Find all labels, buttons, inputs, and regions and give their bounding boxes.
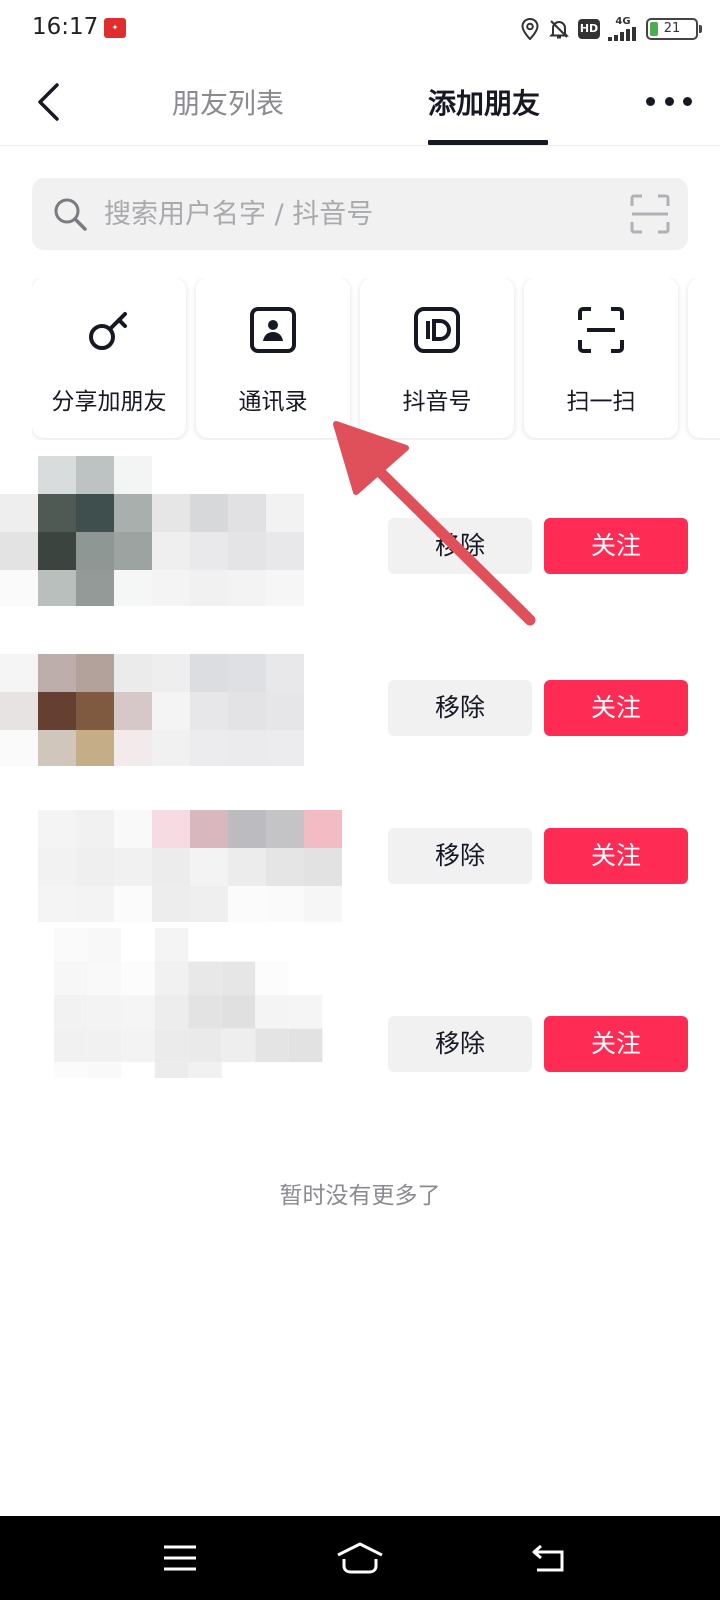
follow-button[interactable]: 关注: [544, 518, 688, 574]
douyin-id-card[interactable]: 抖音号: [360, 278, 514, 438]
search-input[interactable]: [104, 178, 604, 250]
signal-icon: [608, 27, 636, 41]
signal-group: 4G: [608, 17, 638, 41]
tab-friend-list[interactable]: 朋友列表: [172, 82, 284, 122]
remove-button[interactable]: 移除: [388, 1016, 532, 1072]
partial-card[interactable]: [688, 278, 720, 438]
list-item: 移除 关注: [0, 616, 720, 766]
home-icon: [337, 1542, 383, 1574]
follow-button[interactable]: 关注: [544, 680, 688, 736]
scan-card[interactable]: 扫一扫: [524, 278, 678, 438]
more-dot-icon: [664, 96, 674, 106]
card-label: 通讯录: [238, 389, 308, 415]
list-item: 移除 关注: [0, 456, 720, 606]
status-bar: 16:17 ✦ HD 4G 21: [0, 0, 720, 58]
card-label: 分享加朋友: [51, 389, 167, 415]
remove-button[interactable]: 移除: [388, 518, 532, 574]
status-time: 16:17: [32, 14, 99, 40]
scan-icon: [573, 302, 629, 358]
hd-badge: HD: [578, 19, 600, 39]
end-of-list-text: 暂时没有更多了: [279, 1183, 441, 1209]
more-dot-icon: [683, 96, 692, 106]
key-icon: [81, 302, 137, 358]
follow-button[interactable]: 关注: [544, 828, 688, 884]
follow-button[interactable]: 关注: [544, 1016, 688, 1072]
id-icon: [409, 302, 465, 358]
network-type: 4G: [615, 16, 631, 27]
more-options-button[interactable]: [646, 88, 692, 114]
card-label: 抖音号: [402, 389, 472, 415]
remove-button[interactable]: 移除: [388, 828, 532, 884]
blurred-avatar: [0, 654, 304, 766]
tab-add-friends[interactable]: 添加朋友: [428, 82, 540, 122]
nav-back-button[interactable]: [520, 1534, 580, 1582]
back-button[interactable]: [28, 76, 68, 128]
share-add-friend-card[interactable]: 分享加朋友: [32, 278, 186, 438]
back-arrow-icon: [38, 83, 59, 121]
search-bar[interactable]: [32, 178, 688, 250]
system-nav-bar: [0, 1516, 720, 1600]
remove-button[interactable]: 移除: [388, 680, 532, 736]
contacts-icon: [245, 302, 301, 358]
return-icon: [532, 1544, 564, 1572]
nav-home-button[interactable]: [330, 1534, 390, 1582]
mute-bell-icon: [549, 20, 569, 39]
search-icon: [54, 198, 87, 231]
quick-actions: 分享加朋友 通讯录 抖音号 扫一扫: [32, 278, 720, 440]
contacts-card[interactable]: 通讯录: [196, 278, 350, 438]
battery-level: 21: [663, 21, 681, 36]
app-notification-icon: ✦: [104, 18, 126, 38]
blurred-avatar: [0, 456, 304, 606]
location-icon: [521, 18, 539, 40]
list-item: 移除 关注: [0, 772, 720, 922]
blurred-avatar: [38, 810, 342, 922]
blurred-avatar: [54, 928, 323, 1078]
menu-icon: [164, 1545, 196, 1571]
nav-menu-button[interactable]: [150, 1534, 210, 1582]
scan-qr-icon[interactable]: [630, 194, 670, 234]
tab-active-indicator: [428, 140, 548, 145]
more-dot-icon: [646, 96, 655, 106]
list-item: 移除 关注: [0, 928, 720, 1078]
battery-icon: 21: [646, 18, 702, 40]
header: 朋友列表 添加朋友: [0, 58, 720, 146]
status-icons: HD 4G 21: [520, 16, 702, 42]
card-label: 扫一扫: [566, 389, 636, 415]
